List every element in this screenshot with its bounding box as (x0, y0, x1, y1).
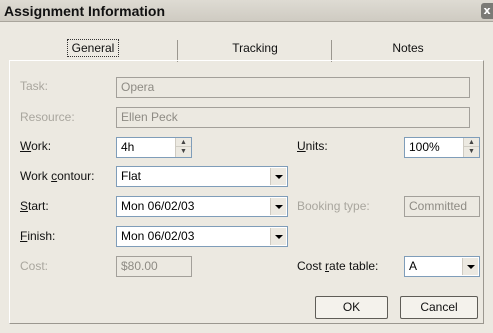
spin-down-icon[interactable]: ▼ (464, 147, 479, 156)
resource-label: Resource: (20, 110, 75, 124)
tab-strip: General Tracking Notes (9, 36, 484, 62)
spin-down-icon[interactable]: ▼ (176, 147, 191, 156)
chevron-down-icon[interactable] (462, 258, 478, 275)
work-input[interactable]: 4h ▲ ▼ (116, 137, 192, 158)
start-label-accel: S (20, 199, 29, 213)
finish-value: Mon 06/02/03 (121, 229, 195, 243)
spin-up-icon[interactable]: ▲ (176, 138, 191, 147)
finish-label-rest: inish: (27, 229, 56, 243)
units-value: 100% (409, 140, 440, 154)
work-contour-label-prefix: Work (20, 169, 52, 183)
chevron-down-icon[interactable] (270, 228, 286, 245)
general-tab-panel (9, 60, 484, 324)
title-bar: Assignment Information x (0, 0, 493, 22)
chevron-down-icon[interactable] (270, 168, 286, 185)
cancel-button[interactable]: Cancel (400, 296, 478, 319)
tab-notes-label: Notes (392, 41, 424, 55)
close-icon[interactable]: x (481, 3, 493, 19)
tab-divider (331, 40, 332, 62)
work-value: 4h (121, 140, 135, 154)
units-spinner[interactable]: ▲ ▼ (463, 138, 479, 157)
cost-rate-table-label-prefix: Cost (297, 259, 326, 273)
booking-type-field: Committed (404, 196, 480, 217)
cost-rate-table-value: A (409, 259, 418, 273)
start-label: Start: (20, 199, 49, 213)
cost-label: Cost: (20, 259, 49, 273)
work-contour-label: Work contour: (20, 169, 94, 183)
cost-field: $80.00 (116, 256, 192, 277)
tab-notes[interactable]: Notes (333, 36, 483, 60)
units-input[interactable]: 100% ▲ ▼ (404, 137, 480, 158)
cost-rate-table-select[interactable]: A (404, 256, 480, 277)
cost-rate-table-label: Cost rate table: (297, 259, 378, 273)
units-label-accel: U (297, 139, 306, 153)
finish-date-picker[interactable]: Mon 06/02/03 (116, 226, 288, 247)
tab-tracking-label: Tracking (232, 41, 278, 55)
spin-up-icon[interactable]: ▲ (464, 138, 479, 147)
dialog-title: Assignment Information (4, 3, 166, 19)
work-contour-select[interactable]: Flat (116, 166, 288, 187)
work-label-accel: W (20, 139, 32, 153)
finish-label: Finish: (20, 229, 55, 243)
cost-rate-table-label-rest: ate table: (329, 259, 379, 273)
booking-type-label: Booking type: (297, 199, 370, 213)
tab-tracking[interactable]: Tracking (179, 36, 331, 60)
start-value: Mon 06/02/03 (121, 199, 195, 213)
tab-general[interactable]: General (9, 36, 177, 60)
resource-field: Ellen Peck (116, 107, 470, 128)
units-label-rest: nits: (305, 139, 328, 153)
ok-button[interactable]: OK (315, 296, 388, 319)
start-label-rest: tart: (28, 199, 49, 213)
work-contour-label-rest: ontour: (57, 169, 95, 183)
units-label: Units: (297, 139, 328, 153)
work-contour-value: Flat (121, 169, 142, 183)
task-field: Opera (116, 77, 470, 98)
start-date-picker[interactable]: Mon 06/02/03 (116, 196, 288, 217)
chevron-down-icon[interactable] (270, 198, 286, 215)
work-label: Work: (20, 139, 51, 153)
tab-general-label: General (66, 39, 120, 57)
assignment-information-dialog: Assignment Information x General Trackin… (0, 0, 493, 333)
tab-divider (177, 40, 178, 62)
work-spinner[interactable]: ▲ ▼ (175, 138, 191, 157)
task-label: Task: (20, 79, 49, 93)
work-label-rest: ork: (31, 139, 52, 153)
